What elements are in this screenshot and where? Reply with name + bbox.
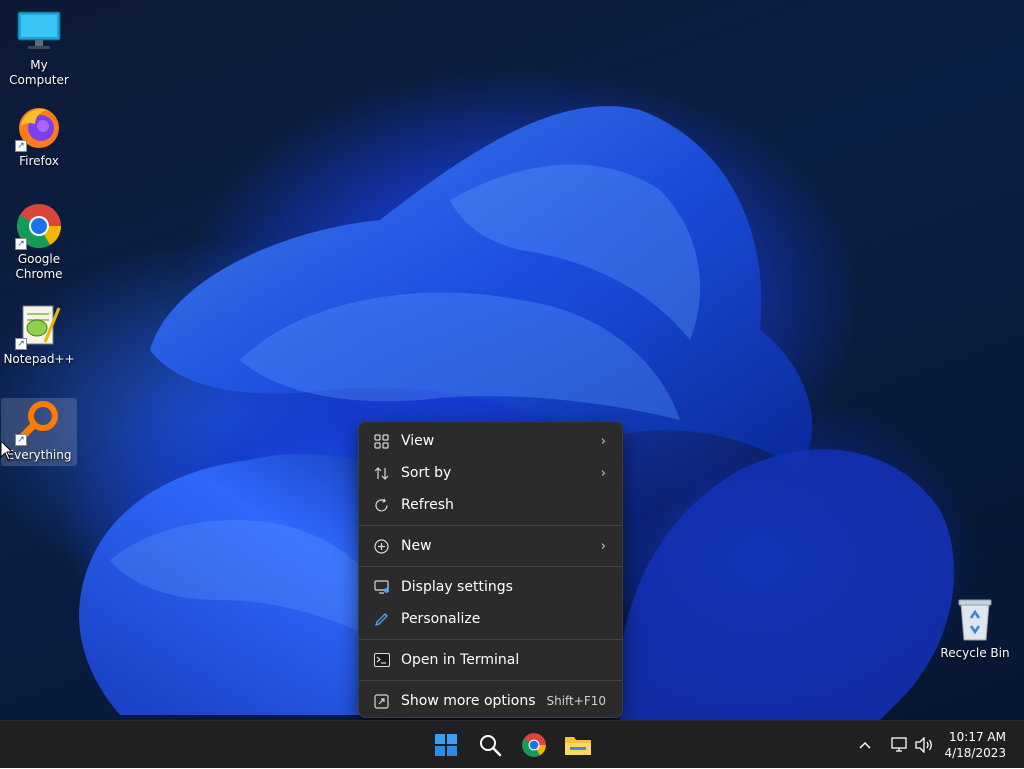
shortcut-arrow-icon: ↗ [15, 434, 27, 446]
display-icon [373, 579, 390, 596]
volume-icon [915, 737, 932, 753]
network-icon [891, 737, 907, 752]
taskbar: 10:17 AM 4/18/2023 [0, 720, 1024, 768]
menu-separator [359, 525, 622, 526]
shortcut-arrow-icon: ↗ [15, 338, 27, 350]
refresh-icon [373, 497, 390, 514]
desktop-icon-label: Firefox [19, 154, 59, 168]
menu-item-label: Refresh [401, 497, 454, 513]
volume-button[interactable] [915, 721, 935, 769]
desktop-icon-notepadpp[interactable]: ↗ Notepad++ [1, 302, 77, 367]
chevron-up-icon [859, 741, 871, 749]
menu-item-label: Open in Terminal [401, 652, 520, 668]
desktop-icon-label: Everything [6, 448, 72, 462]
menu-item-show-more-options[interactable]: Show more options Shift+F10 [359, 685, 622, 717]
mouse-cursor-icon [0, 440, 14, 461]
clock[interactable]: 10:17 AM 4/18/2023 [944, 729, 1006, 761]
chrome-icon: ↗ [15, 202, 63, 250]
shortcut-arrow-icon: ↗ [15, 140, 27, 152]
plus-circle-icon [373, 538, 390, 555]
menu-item-label: Display settings [401, 579, 513, 595]
menu-item-sort-by[interactable]: Sort by › [359, 457, 622, 489]
desktop-icon-my-computer[interactable]: My Computer [1, 8, 77, 88]
start-icon [435, 734, 457, 756]
recycle-bin-icon [951, 596, 999, 644]
menu-item-new[interactable]: New › [359, 530, 622, 562]
sort-icon [373, 465, 390, 482]
clock-date: 4/18/2023 [944, 746, 1006, 760]
desktop-icon-firefox[interactable]: ↗ Firefox [1, 104, 77, 169]
tray-overflow-button[interactable] [858, 721, 872, 769]
file-explorer-icon [565, 737, 591, 755]
taskbar-chrome-button[interactable] [514, 725, 554, 765]
terminal-icon [373, 652, 390, 669]
menu-item-label: View [401, 433, 435, 449]
start-button[interactable] [426, 725, 466, 765]
menu-item-view[interactable]: View › [359, 425, 622, 457]
desktop-icon-label: Notepad++ [3, 352, 75, 366]
menu-item-refresh[interactable]: Refresh [359, 489, 622, 521]
search-icon [480, 735, 502, 757]
pen-icon [373, 611, 390, 628]
chevron-right-icon: › [600, 465, 606, 481]
desktop-icon-recycle-bin[interactable]: Recycle Bin [937, 596, 1013, 661]
chevron-right-icon: › [600, 538, 606, 554]
notepadpp-icon: ↗ [15, 302, 63, 350]
desktop-icon-label: My Computer [9, 58, 69, 87]
expand-icon [373, 693, 390, 710]
chrome-icon [522, 733, 546, 757]
clock-time: 10:17 AM [949, 730, 1006, 744]
menu-item-display-settings[interactable]: Display settings [359, 571, 622, 603]
firefox-icon: ↗ [15, 104, 63, 152]
shortcut-arrow-icon: ↗ [15, 238, 27, 250]
desktop-icon-google-chrome[interactable]: ↗ Google Chrome [1, 202, 77, 282]
menu-item-label: New [401, 538, 432, 554]
menu-separator [359, 639, 622, 640]
menu-separator [359, 566, 622, 567]
everything-search-icon: ↗ [15, 398, 63, 446]
menu-item-label: Sort by [401, 465, 452, 481]
desktop-icon-label: Recycle Bin [940, 646, 1010, 660]
menu-item-open-in-terminal[interactable]: Open in Terminal [359, 644, 622, 676]
taskbar-file-explorer-button[interactable] [558, 725, 598, 765]
network-button[interactable] [891, 721, 909, 769]
desktop-icon-label: Google Chrome [15, 252, 63, 281]
menu-item-personalize[interactable]: Personalize [359, 603, 622, 635]
monitor-icon [15, 8, 63, 56]
chevron-right-icon: › [600, 433, 606, 449]
menu-item-shortcut: Shift+F10 [546, 694, 606, 708]
menu-separator [359, 680, 622, 681]
search-button[interactable] [470, 725, 510, 765]
grid-icon [373, 433, 390, 450]
menu-item-label: Personalize [401, 611, 481, 627]
desktop-context-menu: View › Sort by › Refresh New › Display s… [358, 421, 623, 718]
menu-item-label: Show more options [401, 693, 536, 709]
